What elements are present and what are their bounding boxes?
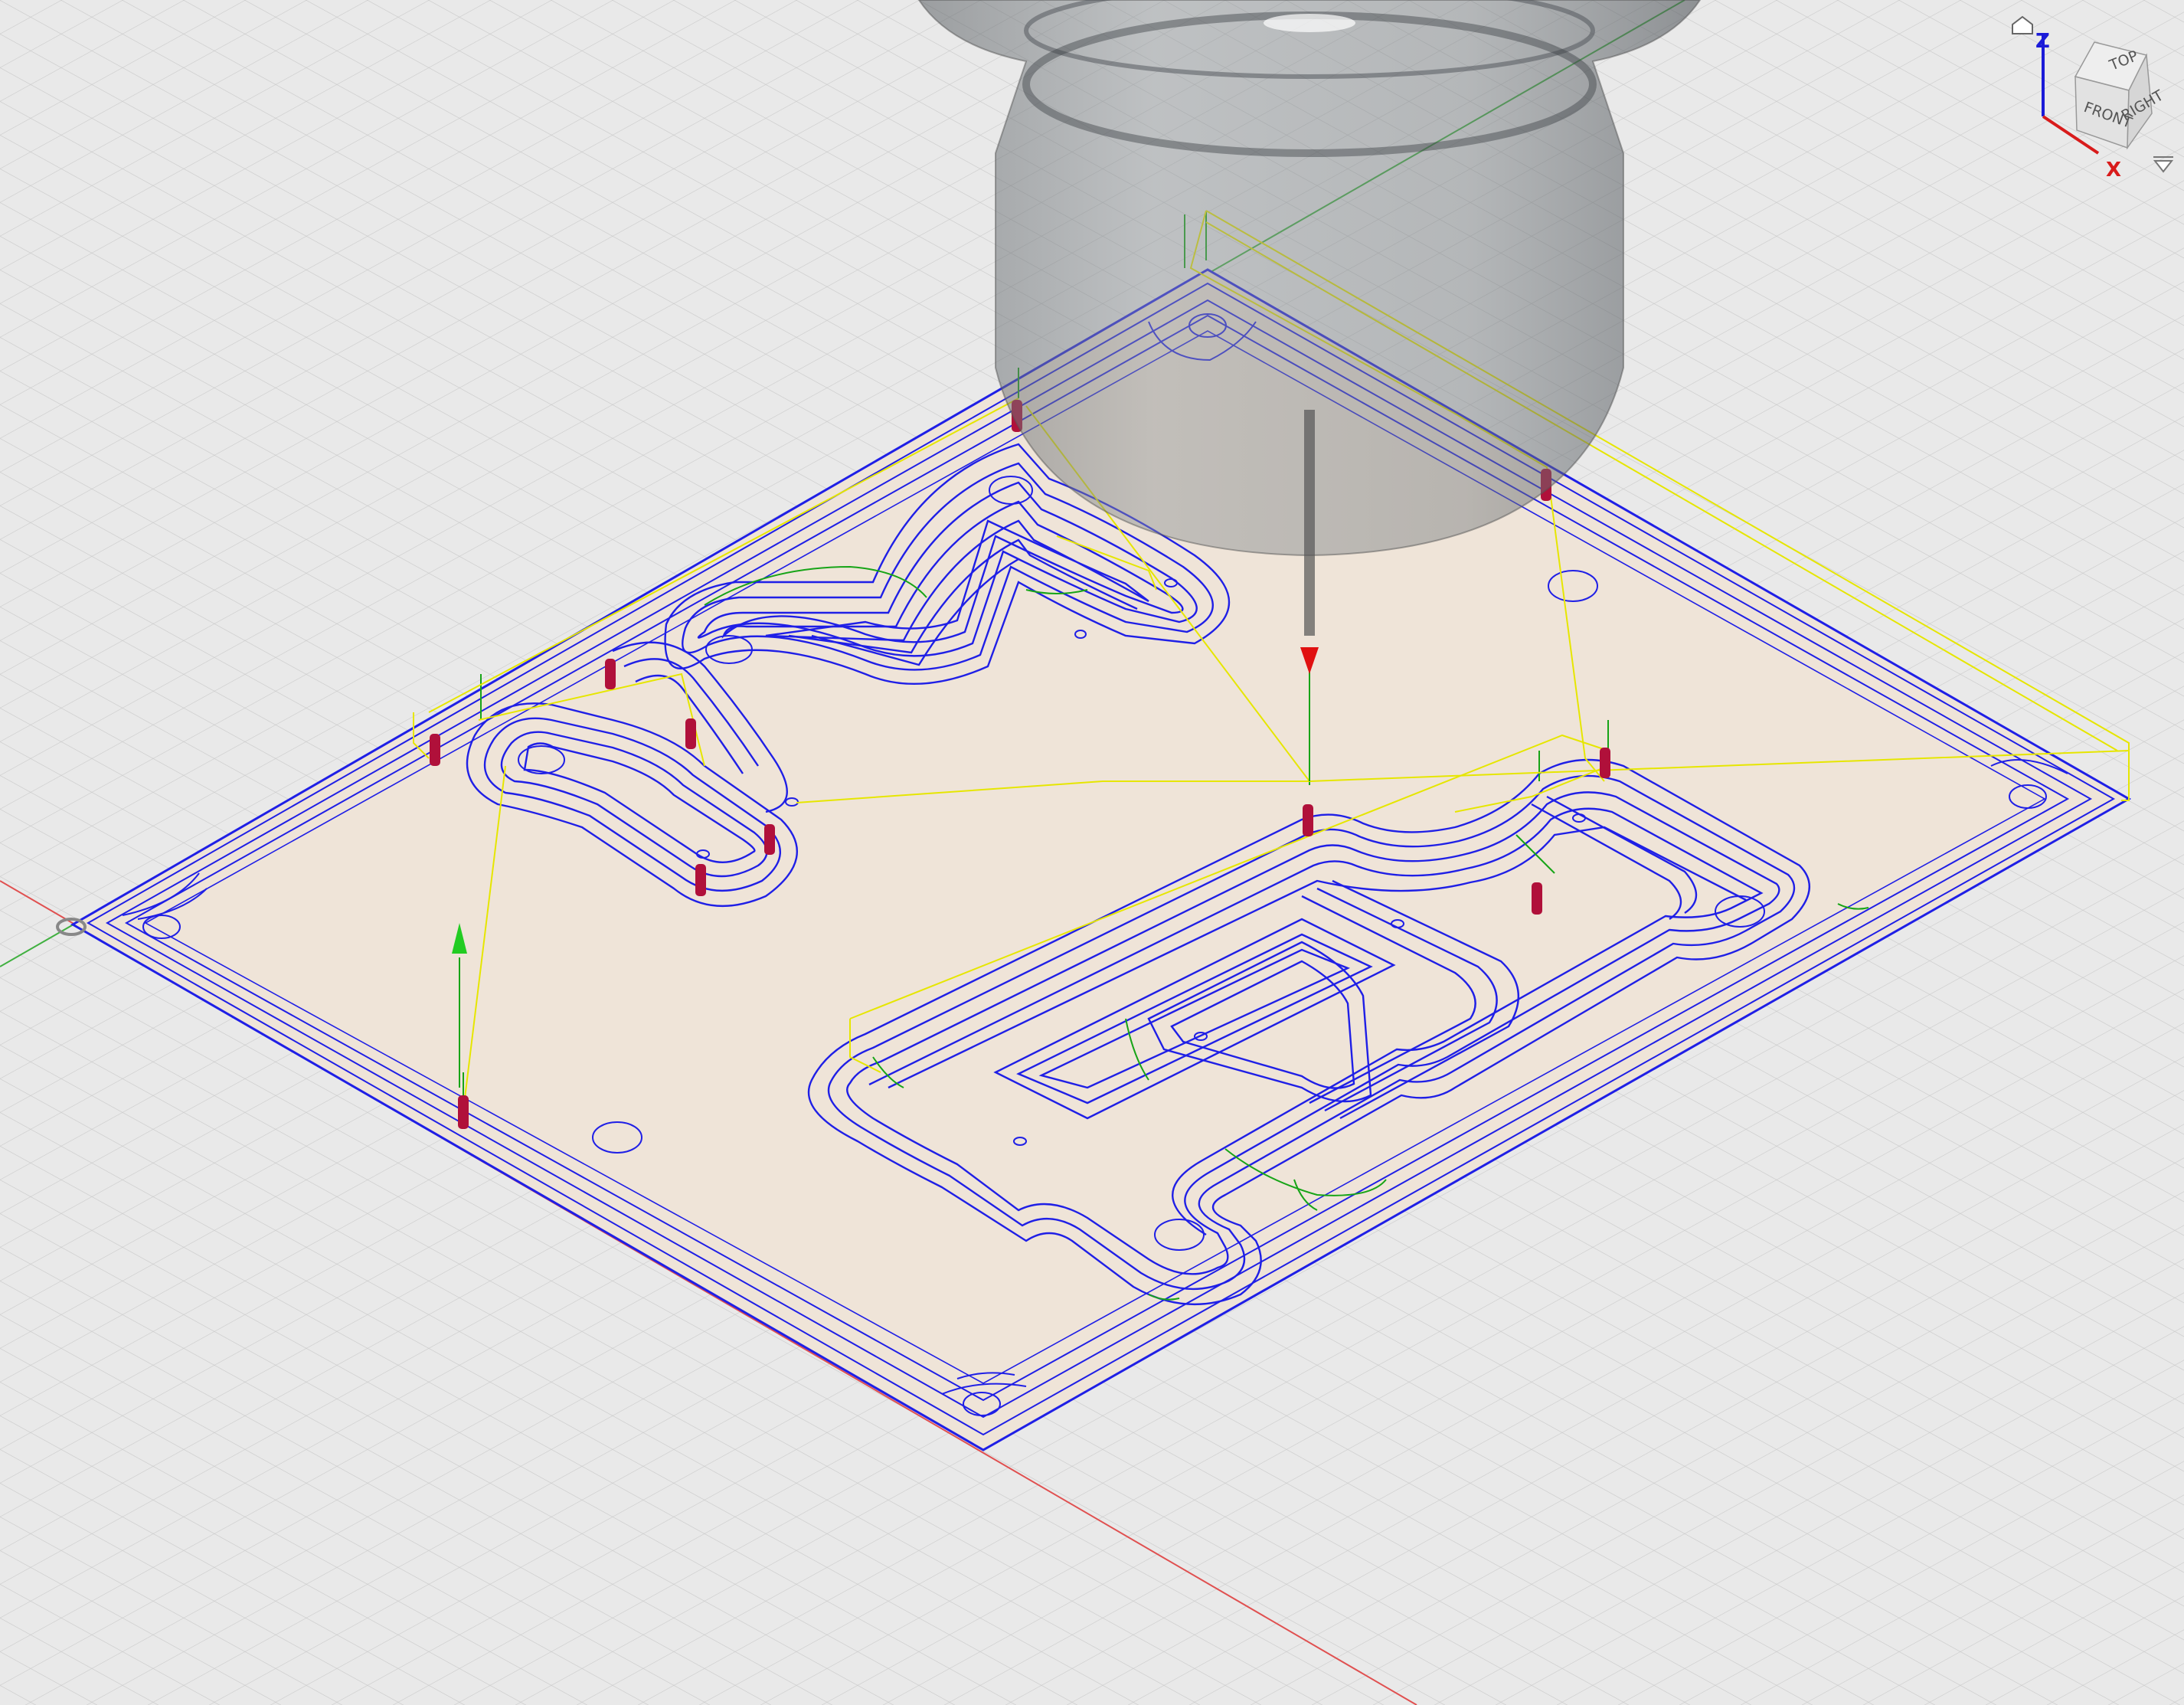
x-axis-label: X <box>2106 159 2121 182</box>
graphics-viewport[interactable] <box>0 0 2184 1705</box>
viewcube-body[interactable]: TOP FRONT RIGHT <box>2074 41 2166 150</box>
dropdown-triangle-icon[interactable] <box>2153 156 2174 173</box>
z-axis-label: Z <box>2035 30 2050 53</box>
viewcube[interactable]: TOP FRONT RIGHT Z X <box>1991 0 2184 199</box>
home-icon[interactable] <box>2012 15 2033 34</box>
